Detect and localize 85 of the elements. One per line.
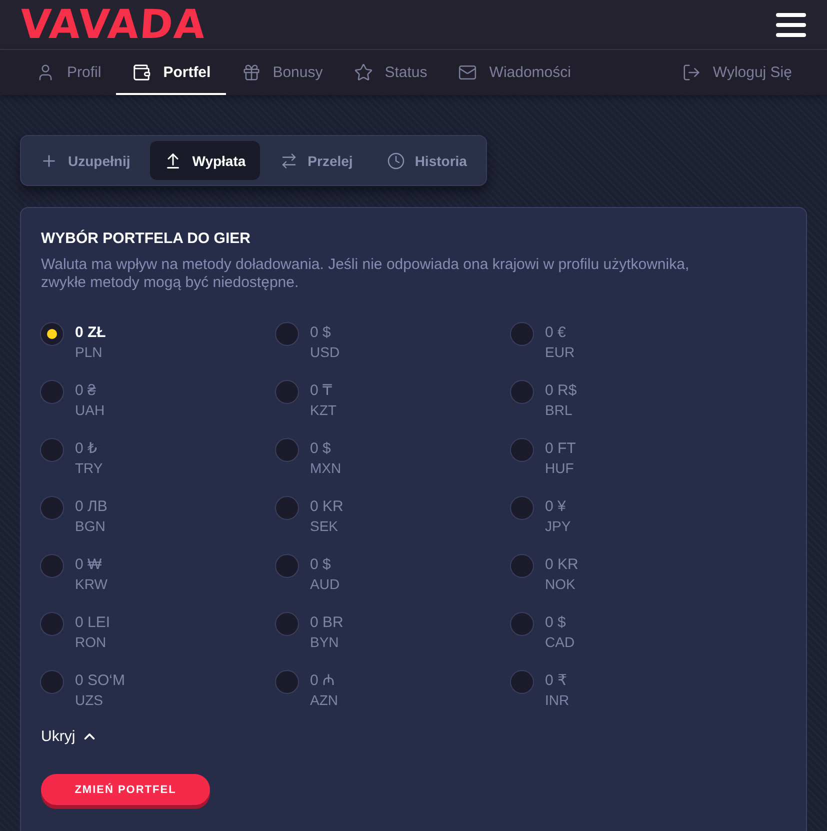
currency-code: CAD — [545, 634, 575, 650]
wallet-tab[interactable]: Wypłata — [150, 141, 260, 180]
currency-code: USD — [310, 344, 340, 360]
currency-amount: 0 ₺ — [75, 440, 98, 457]
currency-amount: 0 ЛВ — [75, 498, 108, 515]
card-description: Waluta ma wpływ na metody doładowania. Jeśli nie odpowiada ona krajowi w profilu użytkownika, zwykłe metody mogą być niedostępne. — [41, 256, 690, 292]
nav-tab[interactable]: Bonusy — [226, 50, 338, 95]
radio-button[interactable] — [510, 438, 534, 462]
radio-button[interactable] — [275, 496, 299, 520]
radio-button[interactable] — [40, 380, 64, 404]
currency-code: MXN — [310, 460, 342, 476]
currency-amount: 0 ZŁ — [75, 324, 106, 341]
currency-amount: 0 $ — [310, 324, 332, 341]
currency-code: AUD — [310, 576, 340, 592]
collapse-toggle[interactable]: Ukryj — [41, 728, 98, 745]
nav-tab[interactable]: Wiadomości — [442, 50, 586, 95]
currency-code: BRL — [545, 402, 574, 418]
radio-button[interactable] — [275, 380, 299, 404]
wallet-tab[interactable]: Uzupełnij — [26, 141, 144, 180]
radio-button[interactable] — [510, 322, 534, 346]
currency-code: KZT — [310, 402, 336, 418]
currency-amount: 0 R$ — [545, 382, 577, 399]
currency-amount: 0 ₹ — [545, 672, 568, 689]
mail-icon — [458, 63, 478, 82]
currency-amount: 0 ₸ — [310, 382, 334, 399]
currency-amount: 0 BR — [310, 614, 344, 631]
radio-button[interactable] — [40, 496, 64, 520]
menu-icon[interactable] — [776, 12, 806, 36]
currency-code: KRW — [75, 576, 108, 592]
currency-amount: 0 FT — [545, 440, 576, 457]
wallet-tab[interactable]: Historia — [372, 141, 481, 180]
radio-button[interactable] — [40, 554, 64, 578]
radio-button[interactable] — [275, 554, 299, 578]
currency-code: UZS — [75, 692, 104, 708]
radio-button[interactable] — [40, 438, 64, 462]
currency-amount: 0 ¥ — [545, 498, 567, 515]
currency-code: RON — [75, 634, 108, 650]
change-wallet-button[interactable]: ZMIEŃ PORTFEL — [41, 774, 210, 805]
currency-code: UAH — [75, 402, 105, 418]
currency-amount: 0 SO‘M — [75, 672, 126, 689]
logo[interactable]: VAVADA — [18, 8, 207, 40]
currency-code: INR — [545, 692, 570, 708]
nav-tab[interactable]: Status — [338, 50, 442, 95]
radio-button[interactable] — [510, 380, 534, 404]
radio-button[interactable] — [510, 670, 534, 694]
currency-amount: 0 LEI — [75, 614, 110, 631]
wallet-icon — [132, 63, 152, 82]
radio-button[interactable] — [275, 322, 299, 346]
logout-icon — [682, 63, 701, 82]
radio-button[interactable] — [275, 438, 299, 462]
radio-button[interactable] — [40, 670, 64, 694]
radio-button[interactable] — [40, 322, 64, 346]
currency-amount: 0 $ — [310, 440, 332, 457]
nav-tab[interactable]: Profil — [20, 50, 116, 95]
radio-button[interactable] — [510, 554, 534, 578]
currency-code: TRY — [75, 460, 103, 476]
radio-button[interactable] — [40, 612, 64, 636]
radio-button[interactable] — [510, 612, 534, 636]
currency-code: HUF — [545, 460, 575, 476]
radio-button[interactable] — [275, 612, 299, 636]
currency-code: JPY — [545, 518, 571, 534]
currency-code: BYN — [310, 634, 340, 650]
currency-code: AZN — [310, 692, 338, 708]
currency-amount: 0 ₼ — [310, 672, 336, 689]
radio-button[interactable] — [275, 670, 299, 694]
star-icon — [354, 63, 373, 82]
currency-code: EUR — [545, 344, 575, 360]
currency-amount: 0 $ — [545, 614, 567, 631]
currency-code: PLN — [75, 344, 104, 360]
currency-amount: 0 ₴ — [75, 382, 97, 399]
currency-amount: 0 € — [545, 324, 567, 341]
currency-code: SEK — [310, 518, 340, 534]
currency-amount: 0 $ — [310, 556, 332, 573]
card-title: WYBÓR PORTFELA DO GIER — [41, 230, 250, 248]
currency-code: NOK — [545, 576, 576, 592]
wallet-tab[interactable]: Przelej — [266, 141, 367, 180]
currency-amount: 0 ₩ — [75, 556, 103, 573]
clock-icon — [386, 152, 405, 170]
currency-amount: 0 KR — [310, 498, 344, 515]
gift-icon — [242, 63, 261, 82]
swap-arrows-icon — [280, 152, 298, 170]
currency-amount: 0 KR — [545, 556, 578, 573]
logout-link[interactable]: Wyloguj Się — [666, 50, 807, 95]
radio-button[interactable] — [510, 496, 534, 520]
currency-code: BGN — [75, 518, 106, 534]
